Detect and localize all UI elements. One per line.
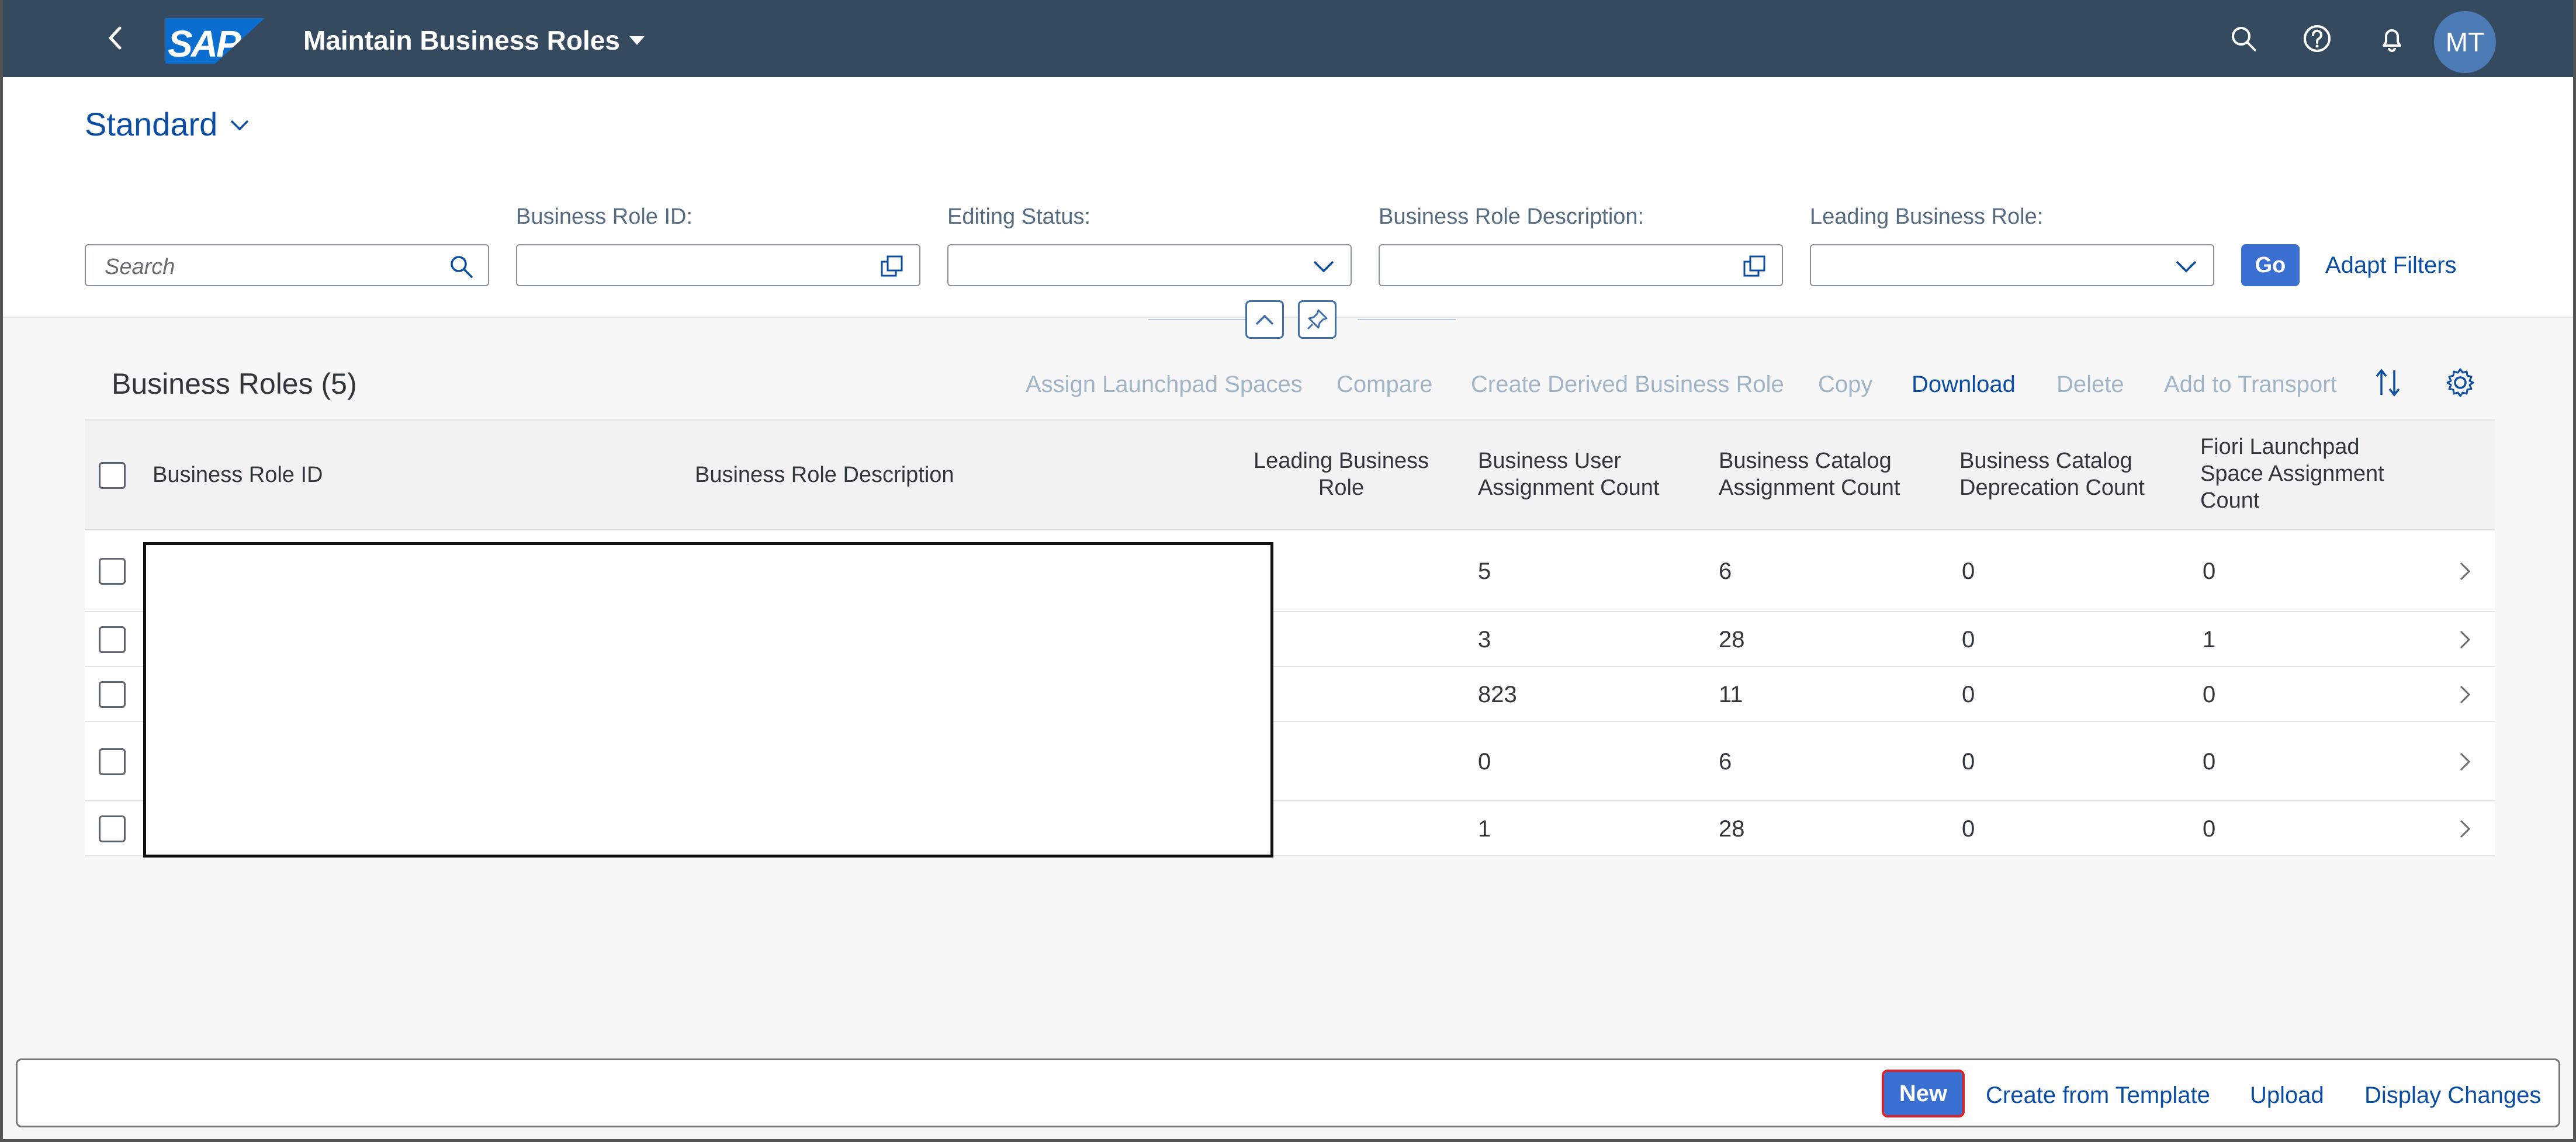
filter-bar: Standard Search Business Role ID: Editin… [3,77,2573,339]
divider-line [1148,319,1247,320]
compare-button[interactable]: Compare [1337,372,1433,398]
shell-bar: SAP Maintain Business Roles MT [3,0,2573,77]
adapt-filters-button[interactable]: Adapt Filters [2325,252,2457,279]
business-role-id-label: Business Role ID: [516,204,693,229]
business-role-id-field[interactable] [516,244,920,286]
delete-button[interactable]: Delete [2056,372,2124,398]
assign-launchpad-spaces-button[interactable]: Assign Launchpad Spaces [1026,372,1303,398]
search-placeholder: Search [105,255,175,279]
business-role-description-field[interactable] [1379,244,1783,286]
column-header-user-count[interactable]: Business User Assignment Count [1478,447,1688,501]
user-count-cell: 3 [1478,627,1491,652]
column-header-space-count[interactable]: Fiori Launchpad Space Assignment Count [2200,433,2411,514]
pin-icon [1307,309,1328,330]
notification-bell-icon[interactable] [2377,23,2407,54]
chevron-right-icon[interactable] [2456,817,2474,841]
download-button[interactable]: Download [1912,372,2016,398]
user-count-cell: 0 [1478,749,1491,775]
user-count-cell: 1 [1478,816,1491,842]
catalog-count-cell: 6 [1719,749,1732,775]
row-checkbox[interactable] [99,748,126,775]
space-count-cell: 0 [2203,558,2216,584]
deprecation-count-cell: 0 [1962,749,1975,775]
value-help-icon[interactable] [880,254,905,279]
variant-selector[interactable]: Standard [85,105,250,143]
table-header: Business Role ID Business Role Descripti… [85,421,2495,530]
space-count-cell: 0 [2203,682,2216,707]
caret-down-icon [629,36,645,45]
column-header-catalog-count[interactable]: Business Catalog Assignment Count [1719,447,1929,501]
row-checkbox[interactable] [99,626,126,653]
help-icon[interactable] [2302,23,2332,54]
user-count-cell: 823 [1478,682,1517,707]
catalog-count-cell: 28 [1719,816,1745,842]
row-checkbox[interactable] [99,558,126,585]
add-to-transport-button[interactable]: Add to Transport [2164,372,2337,398]
editing-status-label: Editing Status: [947,204,1091,229]
leading-business-role-select[interactable] [1810,244,2214,286]
deprecation-count-cell: 0 [1962,682,1975,707]
chevron-down-icon [231,120,249,130]
column-header-role-id[interactable]: Business Role ID [153,461,323,488]
variant-name: Standard [85,106,218,143]
column-header-leading-role[interactable]: Leading Business Role [1254,447,1429,501]
table-toolbar: Business Roles (5) Assign Launchpad Spac… [85,350,2495,419]
sap-logo[interactable]: SAP [165,18,265,64]
chevron-right-icon[interactable] [2456,628,2474,651]
pin-header-button[interactable] [1298,300,1337,339]
chevron-right-icon[interactable] [2456,560,2474,583]
app-title-menu[interactable]: Maintain Business Roles [303,25,646,56]
footer-toolbar: New Create from Template Upload Display … [16,1058,2560,1127]
catalog-count-cell: 11 [1719,682,1743,707]
table-title: Business Roles (5) [112,367,357,400]
chevron-down-icon [2176,261,2197,273]
user-count-cell: 5 [1478,558,1491,584]
column-header-role-description[interactable]: Business Role Description [695,461,954,488]
chevron-down-icon [1313,261,1334,273]
space-count-cell: 0 [2203,816,2216,842]
sort-icon[interactable] [2371,366,2405,400]
chevron-up-icon [1255,314,1274,325]
catalog-count-cell: 6 [1719,558,1732,584]
new-button[interactable]: New [1882,1070,1965,1117]
space-count-cell: 1 [2203,627,2216,652]
copy-button[interactable]: Copy [1818,372,1872,398]
space-count-cell: 0 [2203,749,2216,775]
go-button[interactable]: Go [2241,244,2300,286]
editing-status-select[interactable] [947,244,1352,286]
column-header-deprecation-count[interactable]: Business Catalog Deprecation Count [1959,447,2182,501]
deprecation-count-cell: 0 [1962,627,1975,652]
deprecation-count-cell: 0 [1962,558,1975,584]
app-window: SAP Maintain Business Roles MT Standard [0,0,2576,1142]
back-icon[interactable] [101,23,130,53]
app-title: Maintain Business Roles [303,25,620,55]
search-icon[interactable] [2228,23,2259,54]
search-icon[interactable] [448,254,474,279]
leading-business-role-label: Leading Business Role: [1810,204,2044,229]
chevron-right-icon[interactable] [2456,683,2474,706]
deprecation-count-cell: 0 [1962,816,1975,842]
gear-icon[interactable] [2443,366,2477,400]
divider-line [1358,319,1456,320]
chevron-right-icon[interactable] [2456,750,2474,773]
upload-button[interactable]: Upload [2250,1082,2324,1109]
business-role-description-label: Business Role Description: [1379,204,1644,229]
select-all-checkbox[interactable] [99,462,126,489]
sap-logo-text: SAP [168,23,241,65]
display-changes-button[interactable]: Display Changes [2364,1082,2541,1109]
create-from-template-button[interactable]: Create from Template [1986,1082,2210,1109]
value-help-icon[interactable] [1742,254,1768,279]
create-derived-business-role-button[interactable]: Create Derived Business Role [1471,372,1784,398]
user-avatar[interactable]: MT [2434,11,2496,73]
collapse-header-button[interactable] [1245,300,1284,339]
catalog-count-cell: 28 [1719,627,1745,652]
row-checkbox[interactable] [99,815,126,842]
row-checkbox[interactable] [99,681,126,708]
search-input[interactable]: Search [85,244,489,286]
redacted-region [143,542,1273,858]
